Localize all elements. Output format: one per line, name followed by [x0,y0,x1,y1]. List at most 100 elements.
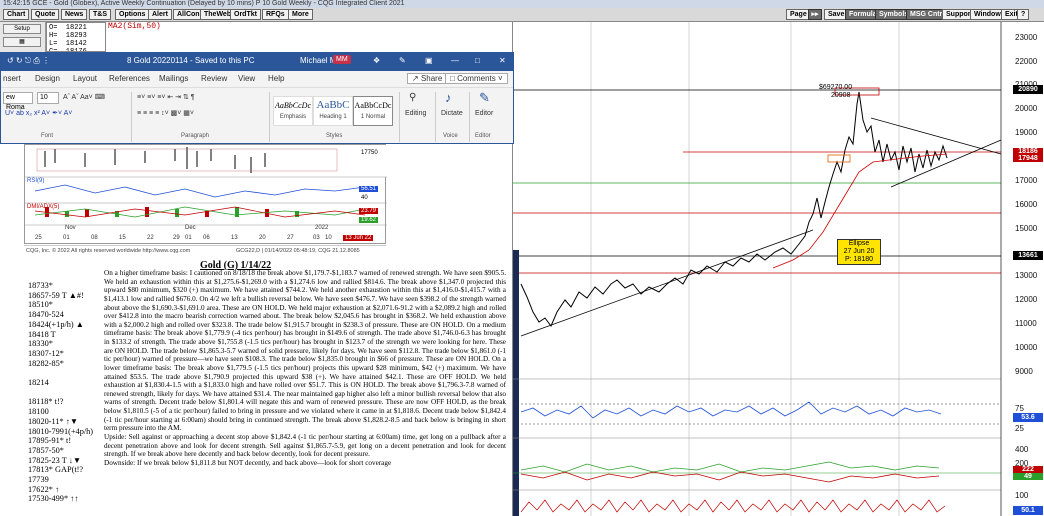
separator [435,92,436,142]
level-item: 17530-499* ↑↑ [28,494,79,504]
microphone-icon[interactable]: ♪ [445,90,452,105]
style-heading-1[interactable]: AaBbC Heading 1 [313,96,353,126]
tab-help[interactable]: Help [268,74,284,83]
day-label: 27 [287,235,294,241]
doc-title: 8 Gold 20220114 - Saved to this PC [127,56,255,65]
list-icons[interactable]: ≡˅ ≡˅ ≡˅ ⇤ ⇥ ⇅ ¶ [137,93,195,101]
maximize-icon[interactable]: □ [475,56,480,65]
style-sample: AaBbCcDc [354,101,392,110]
date-box-line: 27 Jun 20 [843,248,875,255]
last-price-label: 18186 17948 [1013,148,1043,162]
editor-pen-icon[interactable]: ✎ [479,90,490,106]
vol-tick: 100 [1015,491,1029,500]
tab-mailings[interactable]: Mailings [159,74,188,83]
pen-icon[interactable]: ✎ [399,56,406,65]
level-item: 18510* [28,300,53,310]
menu-options[interactable]: Options [115,9,150,20]
page-arrows-icon[interactable]: ▸▸ [808,9,822,20]
search-icon[interactable]: ⚲ [409,92,416,103]
menu-ts[interactable]: T&S [89,9,111,20]
font-size-select[interactable]: 10 [37,92,59,104]
menu-msg-cntr[interactable]: MSG Cntr [906,9,947,20]
style-name: Heading 1 [319,114,347,120]
day-label: 13 [231,235,238,241]
style-emphasis[interactable]: AaBbCcDc Emphasis [273,96,313,126]
y-tick: 19000 [1015,128,1038,137]
group-paragraph: Paragraph [181,133,210,139]
editor-button[interactable]: Editor [475,110,493,117]
last-price-value: 18186 [1018,148,1038,155]
ribbon-display-icon[interactable]: ▣ [425,56,433,65]
document-page[interactable]: Gold (G) 1/14/22 18733* 18657-59 T ▲#! 185… [0,257,512,516]
menu-alert[interactable]: Alert [148,9,172,20]
style-name: Emphasis [279,114,307,120]
editing-button[interactable]: Editing [405,110,426,117]
tab-review[interactable]: Review [201,74,227,83]
paragraph: Upside: Sell against or approaching a de… [104,432,506,459]
tab-references[interactable]: References [109,74,150,83]
menu-rfqs[interactable]: RFQs [262,9,289,20]
osc-red [520,471,940,483]
menu-news[interactable]: News [61,9,88,20]
font-format-icons[interactable]: U˅ ab x₂ x² A˅ ✒˅ A˅ [5,109,72,117]
user-avatar[interactable]: MM [333,55,351,64]
high-price-label: 20890 [1013,85,1043,94]
group-voice: Voice [443,133,458,139]
osc-value-red: 222 [1013,466,1043,473]
price-chart[interactable]: $69270.00 20908 Ellipse 27 Jun 20 P: 181… [512,22,1044,516]
level-item: 17825-23 T ↓▼ [28,455,82,465]
level-item: 18470-524 [28,310,64,320]
style-normal[interactable]: AaBbCcDc 1 Normal [353,96,393,126]
setup-icon-button[interactable]: ▦ [3,37,41,47]
rsi-level: 40 [361,195,368,201]
comments-button[interactable]: □ Comments ˅ [445,73,508,84]
menu-chart[interactable]: Chart [3,9,30,20]
footer-timestamp: GCG22,D | 01/14/2022 05:48:19, CQG 21.12… [236,248,360,254]
tab-layout[interactable]: Layout [73,74,97,83]
rsi-series [520,401,942,419]
y-tick: 9000 [1015,367,1033,376]
level-item: 17857-50* [28,445,64,455]
close-icon[interactable]: ✕ [499,56,506,65]
font-grow-shrink-icons[interactable]: Aˆ Aˇ Aa˅ ⌨ [63,93,105,101]
share-button[interactable]: ↗ Share [407,73,448,84]
level-item: 18010-7991(+4p/h) [28,426,94,436]
menu-window[interactable]: Window [970,9,1005,20]
tab-view[interactable]: View [238,74,255,83]
y-tick: 23000 [1015,33,1038,42]
doc-body: On a higher timeframe basis: I cautioned… [104,269,506,467]
level-item: 18418 T [28,329,56,339]
day-label: 29 [173,235,180,241]
gold-month-axis: Nov Dec 2022 [25,225,387,234]
rsi-label: RSI(9) [27,178,45,184]
font-name-select[interactable]: ew Roma [3,92,33,111]
minimize-icon[interactable]: — [451,56,459,65]
osc-green [520,461,940,473]
quick-access-icons[interactable]: ↺ ↻ ⎋ ⎙ ⋮ [7,56,50,66]
menu-ordtkt[interactable]: OrdTkt [230,9,261,20]
menu-more[interactable]: More [288,9,313,20]
menu-help[interactable]: ? [1017,9,1030,20]
menu-allcon[interactable]: AllCon [173,9,204,20]
main-toolbar: Chart Quote News T&S Options Alert AllCo… [0,8,1044,22]
day-label: 10 [325,235,332,241]
align-icons[interactable]: ≡ ≡ ≡ ≡ ↕˅ ▩˅ ▦˅ [137,109,194,117]
support-box [827,154,851,163]
dictate-button[interactable]: Dictate [441,110,463,117]
separator [269,92,270,142]
setup-button[interactable]: Setup [3,24,41,34]
day-label: 22 [147,235,154,241]
price-series [520,91,948,327]
day-label: 01 [185,235,192,241]
dmi-value-1: 23.79 [359,208,379,214]
levels-column: 18733* 18657-59 T ▲#! 18510* 18470-524 18424… [28,281,104,504]
word-window[interactable]: ↺ ↻ ⎋ ⎙ ⋮ 8 Gold 20220114 - Saved to thi… [0,52,514,144]
day-label: 25 [35,235,42,241]
diamond-icon[interactable]: ❖ [373,56,380,65]
day-label: 08 [91,235,98,241]
y-tick: 16000 [1015,200,1038,209]
tab-insert[interactable]: nsert [3,74,21,83]
low-price-label: 13661 [1013,251,1043,260]
tab-design[interactable]: Design [35,74,60,83]
menu-quote[interactable]: Quote [31,9,60,20]
